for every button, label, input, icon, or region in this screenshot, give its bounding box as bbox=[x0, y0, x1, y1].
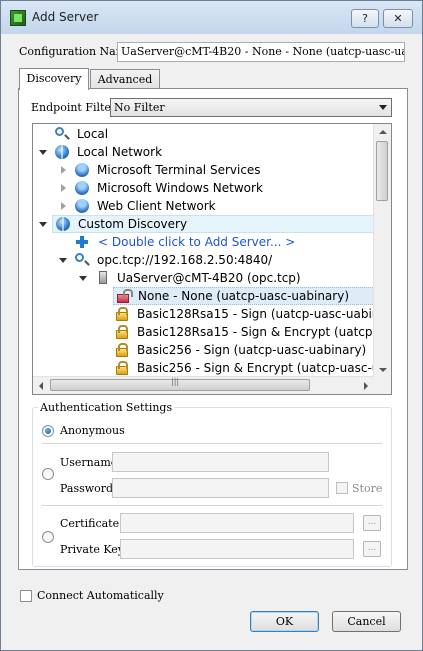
certificate-browse-button[interactable]: ... bbox=[363, 515, 381, 531]
network-icon bbox=[75, 181, 89, 195]
add-server-dialog: Add Server ? ✕ Configuration Name UaServ… bbox=[0, 0, 423, 651]
tree-vertical-scrollbar[interactable] bbox=[373, 124, 391, 378]
tree-item-label: Custom Discovery bbox=[78, 217, 188, 231]
anonymous-label: Anonymous bbox=[60, 424, 125, 437]
username-field[interactable] bbox=[112, 452, 329, 472]
tree-item-endpoint-basic128-sign[interactable]: Basic128Rsa15 - Sign (uatcp-uasc-uabinar bbox=[116, 305, 391, 323]
endpoint-filter-select[interactable]: No Filter bbox=[110, 98, 392, 117]
store-label: Store bbox=[352, 482, 383, 495]
tree-item-label: None - None (uatcp-uasc-uabinary) bbox=[138, 289, 350, 303]
divider bbox=[42, 505, 382, 506]
authentication-legend: Authentication Settings bbox=[38, 401, 175, 414]
config-name-field[interactable]: UaServer@cMT-4B20 - None - None (uatcp-u… bbox=[117, 42, 405, 62]
tree-item-local-network[interactable]: Local Network bbox=[37, 143, 377, 161]
app-icon bbox=[10, 10, 26, 26]
tree-item-label: Basic256 - Sign & Encrypt (uatcp-uasc-ua… bbox=[137, 361, 392, 375]
chevron-down-icon[interactable] bbox=[379, 105, 387, 110]
tree-item-label: Basic128Rsa15 - Sign (uatcp-uasc-uabinar bbox=[137, 307, 392, 321]
lock-icon bbox=[116, 361, 128, 375]
expanded-arrow-icon[interactable] bbox=[39, 222, 47, 227]
scroll-down-icon[interactable] bbox=[379, 368, 387, 372]
horizontal-scroll-thumb[interactable] bbox=[50, 377, 310, 391]
server-icon bbox=[99, 271, 107, 284]
expanded-arrow-icon[interactable] bbox=[59, 258, 67, 263]
endpoint-filter-label: Endpoint Filter: bbox=[31, 101, 120, 114]
expanded-arrow-icon[interactable] bbox=[79, 276, 87, 281]
window-title: Add Server bbox=[32, 10, 99, 24]
tab-discovery[interactable]: Discovery bbox=[19, 68, 89, 90]
tab-advanced[interactable]: Advanced bbox=[90, 69, 160, 89]
magnifier-icon bbox=[75, 253, 84, 262]
tree-item-label: Local Network bbox=[77, 145, 163, 159]
certificate-radio[interactable] bbox=[42, 531, 54, 543]
username-label: Username bbox=[60, 456, 118, 469]
tree-item-opc-endpoint[interactable]: opc.tcp://192.168.2.50:4840/ bbox=[59, 251, 375, 269]
tree-item-label: UaServer@cMT-4B20 (opc.tcp) bbox=[117, 271, 301, 285]
tree-item-ms-terminal-services[interactable]: Microsoft Terminal Services bbox=[61, 161, 371, 179]
tree-item-label: opc.tcp://192.168.2.50:4840/ bbox=[97, 253, 273, 267]
endpoint-filter-value: No Filter bbox=[114, 101, 165, 114]
password-field[interactable] bbox=[112, 478, 329, 498]
scroll-right-icon[interactable] bbox=[364, 382, 368, 390]
magnifier-icon bbox=[55, 127, 64, 136]
collapsed-arrow-icon[interactable] bbox=[61, 202, 66, 210]
tree-item-endpoint-basic128-sign-encrypt[interactable]: Basic128Rsa15 - Sign & Encrypt (uatcp-ua bbox=[116, 323, 391, 341]
tree-item-add-server[interactable]: < Double click to Add Server... > bbox=[75, 233, 375, 251]
tree-item-web-client-network[interactable]: Web Client Network bbox=[61, 197, 371, 215]
certificate-label: Certificate bbox=[60, 517, 120, 530]
tree-item-label: Web Client Network bbox=[97, 199, 216, 213]
server-tree[interactable]: Local Local Network Microsoft Terminal S… bbox=[32, 123, 392, 395]
close-button[interactable]: ✕ bbox=[383, 9, 413, 28]
password-label: Password bbox=[60, 482, 114, 495]
connect-automatically-checkbox[interactable] bbox=[20, 590, 32, 602]
tree-horizontal-scrollbar[interactable] bbox=[33, 376, 374, 394]
tree-item-label: Basic256 - Sign (uatcp-uasc-uabinary) bbox=[137, 343, 367, 357]
globe-icon bbox=[56, 217, 70, 231]
expanded-arrow-icon[interactable] bbox=[39, 150, 47, 155]
tree-item-endpoint-none[interactable]: None - None (uatcp-uasc-uabinary) bbox=[113, 287, 375, 305]
tree-item-label: Microsoft Windows Network bbox=[97, 181, 263, 195]
connect-automatically-label: Connect Automatically bbox=[37, 589, 164, 602]
cancel-button[interactable]: Cancel bbox=[332, 611, 401, 632]
ok-button[interactable]: OK bbox=[250, 611, 319, 632]
tree-item-label: Basic128Rsa15 - Sign & Encrypt (uatcp-ua bbox=[137, 325, 392, 339]
tree-item-endpoint-basic256-sign-encrypt[interactable]: Basic256 - Sign & Encrypt (uatcp-uasc-ua… bbox=[116, 359, 391, 377]
title-bar[interactable]: Add Server ? ✕ bbox=[1, 1, 422, 34]
add-server-link[interactable]: < Double click to Add Server... > bbox=[98, 233, 295, 251]
collapsed-arrow-icon[interactable] bbox=[61, 166, 66, 174]
lock-icon bbox=[116, 343, 128, 357]
config-name-label: Configuration Name bbox=[19, 45, 133, 58]
tree-item-local[interactable]: Local bbox=[55, 125, 375, 143]
tree-item-ms-windows-network[interactable]: Microsoft Windows Network bbox=[61, 179, 371, 197]
network-icon bbox=[75, 199, 89, 213]
scroll-left-icon[interactable] bbox=[39, 382, 43, 390]
network-icon bbox=[75, 163, 89, 177]
scroll-up-icon[interactable] bbox=[379, 130, 387, 134]
unlocked-icon bbox=[117, 289, 133, 303]
tree-item-uaserver[interactable]: UaServer@cMT-4B20 (opc.tcp) bbox=[79, 269, 375, 287]
tree-item-custom-discovery[interactable]: Custom Discovery bbox=[52, 215, 374, 233]
divider bbox=[42, 443, 382, 444]
private-key-field[interactable] bbox=[120, 539, 354, 559]
plus-icon bbox=[75, 235, 89, 249]
collapsed-arrow-icon[interactable] bbox=[61, 184, 66, 192]
scroll-corner bbox=[374, 377, 391, 394]
certificate-field[interactable] bbox=[120, 513, 354, 533]
globe-icon bbox=[55, 145, 69, 159]
tree-item-label: Microsoft Terminal Services bbox=[97, 163, 261, 177]
private-key-label: Private Key bbox=[60, 543, 125, 556]
tree-item-endpoint-basic256-sign[interactable]: Basic256 - Sign (uatcp-uasc-uabinary) bbox=[116, 341, 375, 359]
private-key-browse-button[interactable]: ... bbox=[363, 541, 381, 557]
anonymous-radio[interactable] bbox=[42, 425, 54, 437]
store-checkbox[interactable] bbox=[336, 482, 348, 494]
tree-item-label: Local bbox=[77, 127, 109, 141]
lock-icon bbox=[116, 325, 128, 339]
username-password-radio[interactable] bbox=[42, 468, 54, 480]
help-button[interactable]: ? bbox=[351, 9, 379, 28]
vertical-scroll-thumb[interactable] bbox=[376, 141, 388, 201]
lock-icon bbox=[116, 307, 128, 321]
